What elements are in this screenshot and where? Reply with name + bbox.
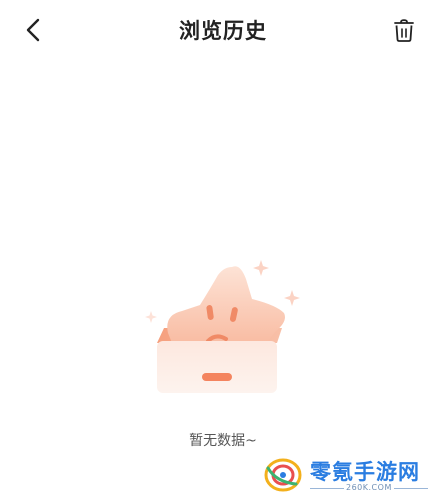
empty-state-message: 暂无数据~ [189,433,257,449]
watermark: 零氪手游网 260K.COM [262,452,442,496]
watermark-site-name: 零氪手游网 [310,460,420,484]
site-logo-icon [264,458,302,492]
clear-history-button[interactable] [388,14,420,46]
watermark-url: 260K.COM [346,483,392,492]
trash-icon [394,19,414,42]
page-title: 浏览历史 [179,19,267,43]
header-bar: 浏览历史 [0,0,446,62]
empty-state-illustration [136,255,310,400]
watermark-divider-left [310,488,344,489]
watermark-divider-right [394,488,428,489]
